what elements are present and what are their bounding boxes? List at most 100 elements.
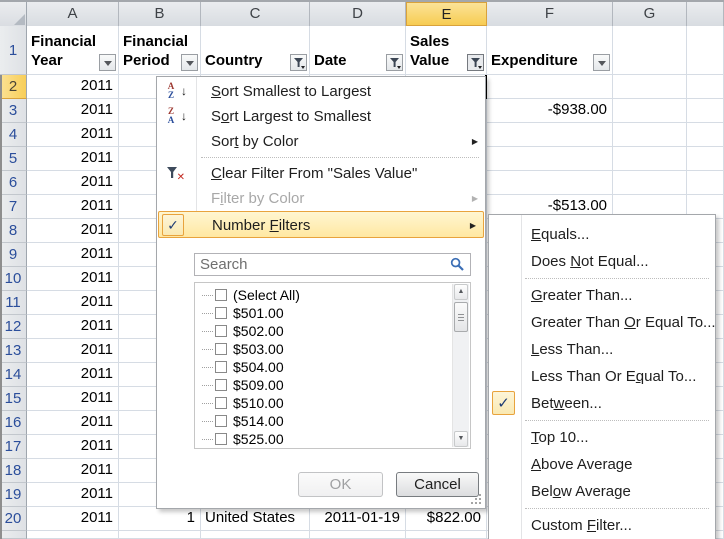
- value-list-item[interactable]: $525.00: [199, 430, 470, 448]
- value-checkbox[interactable]: [215, 343, 227, 355]
- search-icon[interactable]: [450, 257, 465, 272]
- menu-item-sort-smallest-to-largest[interactable]: AZ↓Sort Smallest to Largest: [157, 79, 485, 104]
- column-header-partial[interactable]: [687, 2, 724, 26]
- column-header-E[interactable]: E: [406, 2, 487, 26]
- value-list-item[interactable]: $514.00: [199, 412, 470, 430]
- grid-cell[interactable]: 2011: [27, 99, 119, 123]
- grid-cell[interactable]: [613, 99, 687, 123]
- header-cell-B[interactable]: FinancialPeriod: [119, 26, 201, 75]
- submenu-item-does-not-equal[interactable]: Does Not Equal...: [489, 248, 715, 275]
- grid-cell[interactable]: [613, 147, 687, 171]
- grid-cell[interactable]: 2011: [27, 75, 119, 99]
- value-checkbox[interactable]: [215, 289, 227, 301]
- column-header-A[interactable]: A: [27, 2, 119, 26]
- grid-cell[interactable]: 2011: [27, 387, 119, 411]
- filter-button-date[interactable]: [386, 54, 403, 71]
- grid-cell[interactable]: [687, 171, 724, 195]
- header-cell-partial[interactable]: [687, 26, 724, 75]
- filter-button-financial-year[interactable]: [99, 54, 116, 71]
- row-header-9[interactable]: 9: [0, 243, 27, 267]
- header-cell-F[interactable]: Expenditure: [487, 26, 613, 75]
- submenu-item-custom-filter[interactable]: Custom Filter...: [489, 512, 715, 539]
- submenu-item-less-than-or-equal-to[interactable]: Less Than Or Equal To...: [489, 363, 715, 390]
- value-list-item[interactable]: (Select All): [199, 286, 470, 304]
- header-cell-D[interactable]: Date: [310, 26, 406, 75]
- grid-cell[interactable]: 2011: [27, 411, 119, 435]
- column-header-F[interactable]: F: [487, 2, 613, 26]
- row-header-2[interactable]: 2: [0, 75, 27, 99]
- grid-cell[interactable]: [487, 171, 613, 195]
- row-header-19[interactable]: 19: [0, 483, 27, 507]
- grid-cell[interactable]: 2011-01-19: [310, 507, 406, 531]
- column-header-G[interactable]: G: [613, 2, 687, 26]
- scroll-up-icon[interactable]: ▲: [454, 284, 468, 300]
- row-header-12[interactable]: 12: [0, 315, 27, 339]
- column-header-C[interactable]: C: [201, 2, 310, 26]
- grid-cell[interactable]: 1: [119, 507, 201, 531]
- row-header-14[interactable]: 14: [0, 363, 27, 387]
- grid-cell[interactable]: $822.00: [406, 507, 487, 531]
- cancel-button[interactable]: Cancel: [396, 472, 479, 497]
- filter-button-financial-period[interactable]: [181, 54, 198, 71]
- menu-item-number-filters[interactable]: ✓Number Filters▶: [158, 211, 484, 238]
- row-header-10[interactable]: 10: [0, 267, 27, 291]
- value-list-item[interactable]: [199, 448, 470, 449]
- grid-cell[interactable]: [310, 531, 406, 539]
- value-checkbox[interactable]: [215, 307, 227, 319]
- ok-button[interactable]: OK: [298, 472, 383, 497]
- grid-cell[interactable]: [687, 123, 724, 147]
- submenu-item-between[interactable]: ✓Between...: [489, 390, 715, 417]
- grid-cell[interactable]: [487, 75, 613, 99]
- value-list-item[interactable]: $502.00: [199, 322, 470, 340]
- header-cell-C[interactable]: Country: [201, 26, 310, 75]
- grid-cell[interactable]: [406, 531, 487, 539]
- row-header-16[interactable]: 16: [0, 411, 27, 435]
- grid-cell[interactable]: 2011: [27, 459, 119, 483]
- row-header-6[interactable]: 6: [0, 171, 27, 195]
- submenu-item-equals[interactable]: Equals...: [489, 221, 715, 248]
- grid-cell[interactable]: [201, 531, 310, 539]
- submenu-item-less-than[interactable]: Less Than...: [489, 336, 715, 363]
- grid-cell[interactable]: [613, 75, 687, 99]
- grid-cell[interactable]: 2011: [27, 291, 119, 315]
- grid-cell[interactable]: 2011: [27, 507, 119, 531]
- column-header-D[interactable]: D: [310, 2, 406, 26]
- search-input[interactable]: [194, 253, 471, 276]
- row-header-1[interactable]: 1: [0, 26, 27, 75]
- menu-item-sort-largest-to-smallest[interactable]: ZA↓Sort Largest to Smallest: [157, 104, 485, 129]
- row-header-13[interactable]: 13: [0, 339, 27, 363]
- grid-cell[interactable]: [687, 147, 724, 171]
- row-header-3[interactable]: 3: [0, 99, 27, 123]
- grid-cell[interactable]: 2011: [27, 243, 119, 267]
- grid-cell[interactable]: 2011: [27, 147, 119, 171]
- submenu-item-greater-than[interactable]: Greater Than...: [489, 282, 715, 309]
- grid-cell[interactable]: [487, 123, 613, 147]
- row-header-15[interactable]: 15: [0, 387, 27, 411]
- value-checkbox[interactable]: [215, 325, 227, 337]
- row-header-8[interactable]: 8: [0, 219, 27, 243]
- grid-cell[interactable]: 2011: [27, 123, 119, 147]
- value-list-item[interactable]: $501.00: [199, 304, 470, 322]
- grid-cell[interactable]: 2011: [27, 363, 119, 387]
- submenu-item-above-average[interactable]: Above Average: [489, 451, 715, 478]
- grid-cell[interactable]: [613, 171, 687, 195]
- grid-cell[interactable]: -$938.00: [487, 99, 613, 123]
- grid-cell[interactable]: 2011: [27, 219, 119, 243]
- header-cell-G[interactable]: [613, 26, 687, 75]
- filter-button-country[interactable]: [290, 54, 307, 71]
- grid-cell[interactable]: 2011: [27, 483, 119, 507]
- grid-cell[interactable]: 2011: [27, 171, 119, 195]
- grid-cell[interactable]: [27, 531, 119, 539]
- select-all-corner[interactable]: [0, 2, 27, 26]
- submenu-item-top-10[interactable]: Top 10...: [489, 424, 715, 451]
- row-header-4[interactable]: 4: [0, 123, 27, 147]
- value-list-item[interactable]: $510.00: [199, 394, 470, 412]
- value-list-scrollbar[interactable]: ▲ ▼: [452, 284, 469, 447]
- submenu-item-greater-than-or-equal-to[interactable]: Greater Than Or Equal To...: [489, 309, 715, 336]
- value-checkbox[interactable]: [215, 433, 227, 445]
- grid-cell[interactable]: [487, 147, 613, 171]
- grid-cell[interactable]: 2011: [27, 267, 119, 291]
- grid-cell[interactable]: [687, 75, 724, 99]
- grid-cell[interactable]: 2011: [27, 315, 119, 339]
- row-header-18[interactable]: 18: [0, 459, 27, 483]
